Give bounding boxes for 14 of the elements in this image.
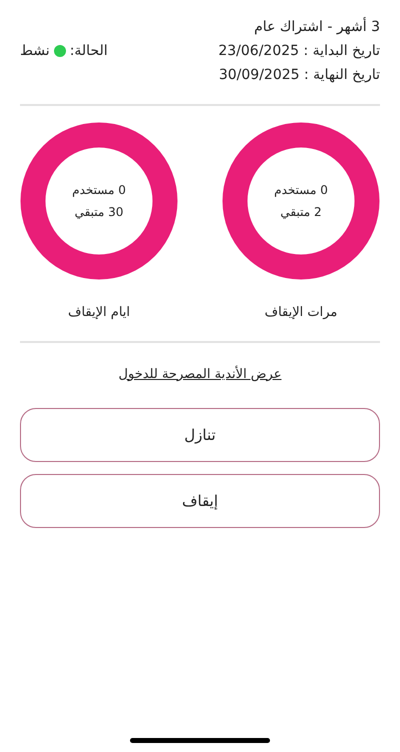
- end-date: تاريخ النهاية : 30/09/2025: [218, 66, 380, 84]
- ring-caption: مرات الإيقاف: [264, 304, 338, 322]
- used-count: 0 مستخدم: [72, 182, 126, 198]
- status-value: نشط: [20, 42, 50, 60]
- subscription-title: 3 أشهر - اشتراك عام: [253, 18, 380, 36]
- action-button[interactable]: إيقاف: [20, 474, 380, 528]
- ring-caption: ايام الإيقاف: [68, 304, 130, 322]
- remaining-count: 30 متبقي: [74, 204, 124, 220]
- start-date: تاريخ البداية : 23/06/2025: [218, 42, 380, 60]
- used-count: 0 مستخدم: [274, 182, 328, 198]
- status-label: الحالة:: [70, 42, 108, 60]
- action-button[interactable]: تنازل: [20, 408, 380, 462]
- remaining-count: 2 متبقي: [280, 204, 322, 220]
- authorized-clubs-link[interactable]: عرض الأندية المصرحة للدخول: [118, 364, 282, 384]
